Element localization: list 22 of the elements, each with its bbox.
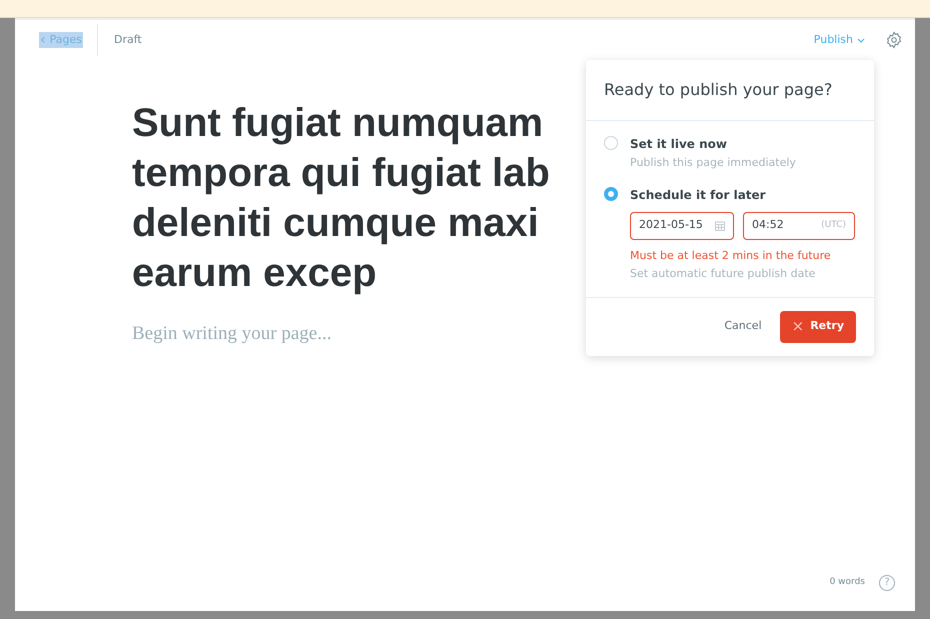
cancel-button[interactable]: Cancel [724, 318, 762, 335]
option-label[interactable]: Schedule it for later [630, 186, 856, 204]
title-line[interactable]: earum excep [132, 248, 377, 298]
option-label[interactable]: Set it live now [630, 135, 856, 153]
radio-button[interactable] [604, 186, 618, 200]
option-description: Set automatic future publish date [630, 266, 816, 282]
error-message: Must be at least 2 mins in the future [630, 248, 832, 264]
title-line[interactable]: deleniti cumque maxi [132, 198, 539, 248]
calendar-icon [715, 220, 725, 230]
option-description: Publish this page immediately [630, 155, 797, 171]
selected-text-highlight: ‹ Pages [39, 32, 83, 48]
radio-button[interactable] [604, 136, 618, 150]
title-line[interactable]: Sunt fugiat numquam [132, 98, 544, 148]
draft-status: Draft [114, 32, 142, 48]
word-count: 0 words [830, 576, 865, 590]
settings-icon[interactable] [885, 31, 903, 49]
time-field[interactable]: 04:52 (UTC) [743, 212, 855, 240]
retry-button[interactable]: × Retry [780, 310, 856, 342]
date-field[interactable]: 2021-05-15 [630, 212, 734, 240]
title-line[interactable]: tempora qui fugiat lab [132, 148, 550, 198]
popup-title: Ready to publish your page? [586, 60, 874, 121]
caret-icon [857, 38, 865, 42]
